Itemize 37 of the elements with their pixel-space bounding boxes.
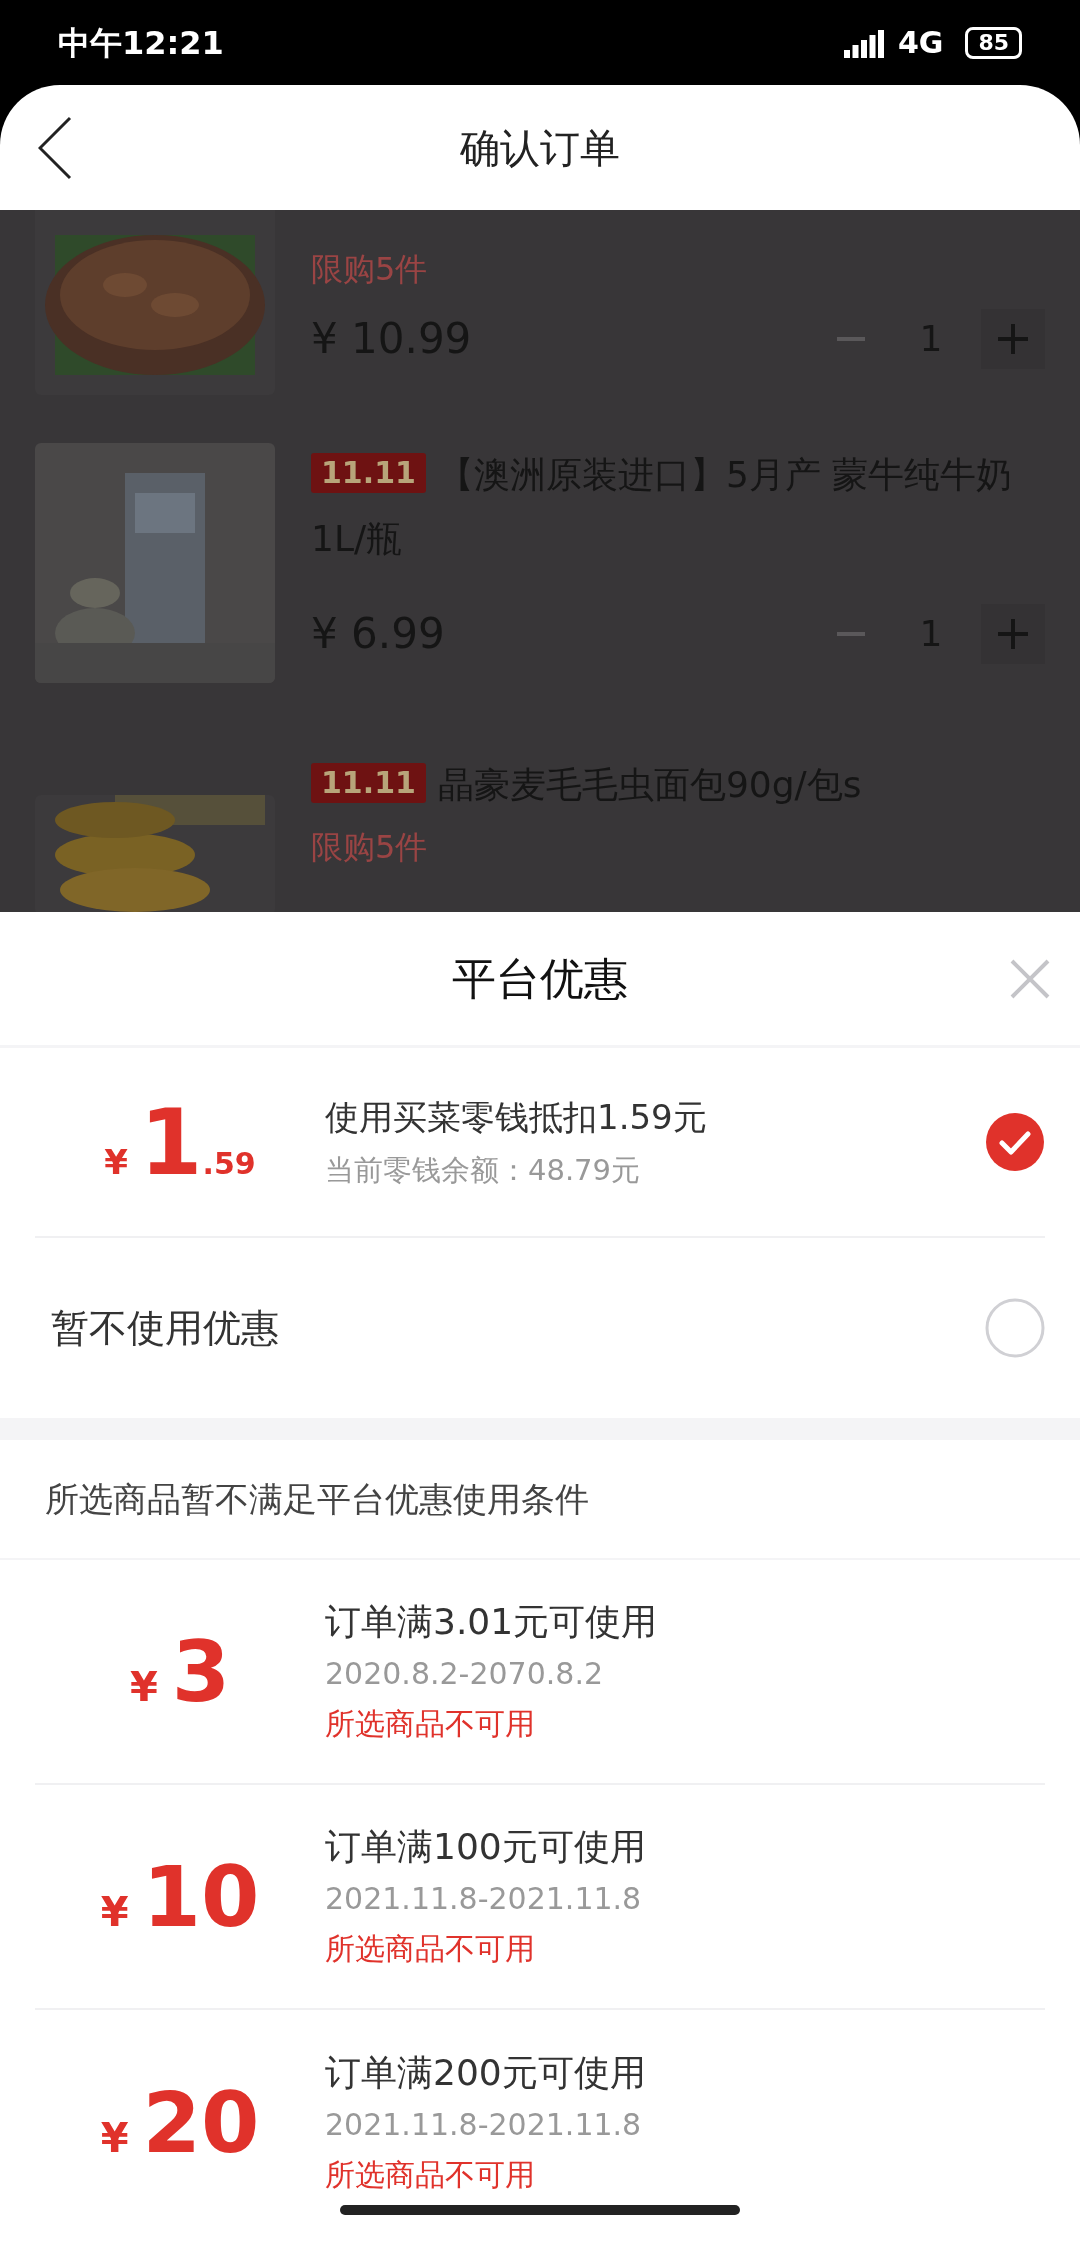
promo-tag: 11.11 <box>311 763 426 803</box>
purchase-limit: 限购5件 <box>311 249 429 290</box>
option-subtitle: 当前零钱余额：48.79元 <box>325 1151 642 1189</box>
battery-icon: 85 <box>965 26 1022 59</box>
option-title: 使用买菜零钱抵扣1.59元 <box>325 1095 708 1139</box>
sheet-title: 平台优惠 <box>451 951 629 1006</box>
minus-icon <box>837 336 865 341</box>
status-time: 中午12:21 <box>58 22 224 64</box>
coupon-status: 所选商品不可用 <box>325 1704 536 1743</box>
coupon-condition: 订单满100元可使用 <box>325 1824 646 1869</box>
page-title: 确认订单 <box>459 123 621 173</box>
signal-icon <box>843 27 886 58</box>
coupon-status: 所选商品不可用 <box>325 2155 536 2194</box>
option-label: 暂不使用优惠 <box>51 1304 279 1352</box>
purchase-limit: 限购5件 <box>311 827 429 868</box>
coupon-amount: ¥ 20 <box>99 2072 261 2174</box>
coupon-dates: 2020.8.2-2070.8.2 <box>325 1654 604 1693</box>
network-label: 4G <box>897 24 944 62</box>
minus-icon <box>837 631 865 636</box>
coupon-amount: ¥ 10 <box>99 1846 261 1948</box>
promo-tag: 11.11 <box>311 453 426 493</box>
plus-button[interactable] <box>981 603 1045 664</box>
coupon-condition: 订单满200元可使用 <box>325 2050 646 2095</box>
coupon-condition: 订单满3.01元可使用 <box>325 1599 658 1644</box>
coupon-status: 所选商品不可用 <box>325 1929 536 1968</box>
radio-button[interactable] <box>985 1298 1045 1358</box>
coupon-dates: 2021.11.8-2021.11.8 <box>325 1879 643 1918</box>
back-icon <box>38 115 72 180</box>
discount-amount: ¥1.59 <box>103 1088 257 1197</box>
plus-icon <box>998 618 1028 649</box>
checked-radio[interactable] <box>985 1112 1045 1172</box>
plus-icon <box>998 323 1028 354</box>
coupon-amount: ¥ 3 <box>128 1621 232 1723</box>
close-icon <box>1010 958 1050 999</box>
coupon-dates: 2021.11.8-2021.11.8 <box>325 2105 643 2144</box>
notice-text: 所选商品暂不满足平台优惠使用条件 <box>45 1477 589 1521</box>
plus-button[interactable] <box>981 308 1045 369</box>
